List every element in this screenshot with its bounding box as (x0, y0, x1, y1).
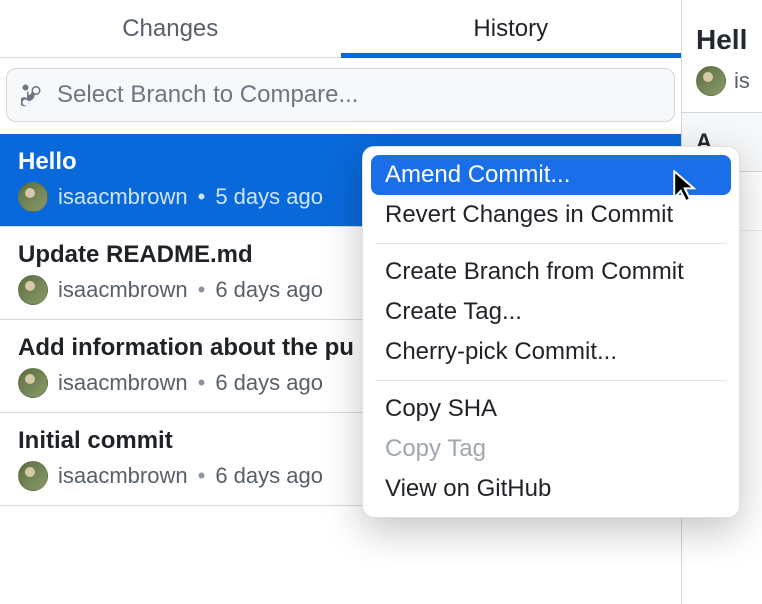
menu-item-revert-changes[interactable]: Revert Changes in Commit (371, 195, 731, 235)
commit-time: 6 days ago (215, 277, 323, 303)
menu-item-cherry-pick[interactable]: Cherry-pick Commit... (371, 332, 731, 372)
meta-separator: • (198, 463, 206, 489)
avatar (18, 368, 48, 398)
avatar (18, 461, 48, 491)
meta-separator: • (198, 184, 206, 210)
commit-author: isaacmbrown (58, 463, 188, 489)
menu-item-copy-sha[interactable]: Copy SHA (371, 389, 731, 429)
menu-item-view-on-github[interactable]: View on GitHub (371, 469, 731, 509)
commit-context-menu: Amend Commit... Revert Changes in Commit… (362, 146, 740, 518)
commit-details-title: Hell (682, 0, 762, 66)
avatar (18, 275, 48, 305)
menu-separator (375, 380, 727, 381)
tab-history[interactable]: History (341, 0, 682, 57)
commit-tabs: Changes History (0, 0, 681, 58)
commit-author: isaacmbrown (58, 277, 188, 303)
commit-time: 6 days ago (215, 463, 323, 489)
git-branch-icon (21, 83, 45, 107)
commit-author: isaacmbrown (58, 370, 188, 396)
menu-item-copy-tag: Copy Tag (371, 429, 731, 469)
avatar (696, 66, 726, 96)
meta-separator: • (198, 370, 206, 396)
tab-changes[interactable]: Changes (0, 0, 341, 57)
menu-item-create-branch[interactable]: Create Branch from Commit (371, 252, 731, 292)
menu-item-amend-commit[interactable]: Amend Commit... (371, 155, 731, 195)
branch-compare-select[interactable]: Select Branch to Compare... (6, 68, 675, 122)
menu-separator (375, 243, 727, 244)
commit-author: isaacmbrown (58, 184, 188, 210)
commit-details-author: is (734, 68, 750, 94)
commit-time: 6 days ago (215, 370, 323, 396)
menu-item-create-tag[interactable]: Create Tag... (371, 292, 731, 332)
commit-time: 5 days ago (215, 184, 323, 210)
branch-compare-placeholder: Select Branch to Compare... (57, 81, 358, 109)
meta-separator: • (198, 277, 206, 303)
avatar (18, 182, 48, 212)
